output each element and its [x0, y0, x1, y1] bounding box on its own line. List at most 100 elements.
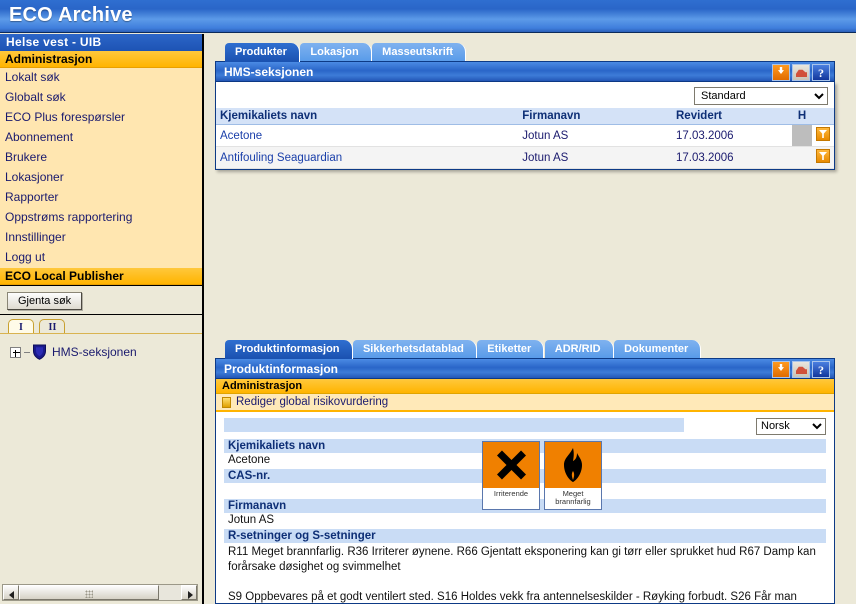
sidebar-menu: Administrasjon Lokalt søk Globalt søk EC… — [0, 51, 202, 286]
scroll-thumb[interactable] — [19, 585, 159, 600]
sidebar-item-rapporter[interactable]: Rapporter — [0, 188, 202, 208]
funnel-icon[interactable] — [816, 127, 830, 141]
product-link-antifouling[interactable]: Antifouling Seaguardian — [220, 152, 342, 164]
app-title: ECO Archive — [9, 4, 133, 26]
administration-link-row: Rediger global risikovurdering — [216, 394, 834, 412]
pictogram-caption: Meget brannfarlig — [545, 488, 601, 509]
tab-lokasjon[interactable]: Lokasjon — [300, 43, 372, 62]
pdf-icon[interactable] — [792, 361, 810, 378]
sidebar-item-brukere[interactable]: Brukere — [0, 148, 202, 168]
tree-node-label[interactable]: HMS-seksjonen — [52, 345, 137, 359]
products-table-head: Kjemikaliets navn Firmanavn Revidert H — [216, 108, 834, 125]
products-panel-header: HMS-seksjonen ? — [215, 61, 835, 82]
sidebar-item-logg-ut[interactable]: Logg ut — [0, 248, 202, 268]
sidebar-section-administrasjon: Administrasjon — [0, 51, 202, 68]
language-row: Norsk — [216, 412, 834, 438]
products-panel-title: HMS-seksjonen — [224, 65, 314, 79]
cell-filter[interactable] — [812, 146, 834, 169]
tab-sikkerhetsdatablad[interactable]: Sikkerhetsdatablad — [352, 340, 477, 359]
field-value-r-s-setninger: R11 Meget brannfarlig. R36 Irriterer øyn… — [228, 546, 816, 603]
col-revidert[interactable]: Revidert — [672, 108, 792, 125]
product-info-panel-title: Produktinformasjon — [224, 362, 339, 376]
product-info-panel-toolbar: ? — [772, 361, 830, 378]
expand-plus-icon[interactable] — [10, 346, 21, 358]
products-table-container: Standard Kjemikaliets navn Firmanavn Rev… — [215, 82, 835, 170]
cell-name[interactable]: Acetone — [216, 124, 519, 147]
field-value-firmanavn: Jotun AS — [228, 514, 275, 526]
cell-name[interactable]: Antifouling Seaguardian — [216, 146, 519, 169]
hazard-pictograms: Irriterende Meget brannfarlig — [482, 441, 602, 510]
table-row[interactable]: Antifouling Seaguardian Jotun AS 17.03.2… — [216, 146, 834, 169]
organization-label: Helse vest - UIB — [0, 34, 202, 51]
language-select[interactable]: Norsk — [756, 417, 826, 435]
help-icon[interactable]: ? — [812, 64, 830, 81]
flammable-symbol-icon — [545, 442, 601, 488]
tab-produkter[interactable]: Produkter — [225, 43, 300, 62]
sidebar-item-innstillinger[interactable]: Innstillinger — [0, 228, 202, 248]
sidebar-item-globalt-sok[interactable]: Globalt søk — [0, 88, 202, 108]
publisher-toolbar: Gjenta søk — [0, 287, 202, 315]
product-info-tabstrip: Produktinformasjon Sikkerhetsdatablad Et… — [225, 339, 702, 359]
cell-filter[interactable] — [812, 124, 834, 147]
edit-global-risk-assessment-link[interactable]: Rediger global risikovurdering — [236, 396, 388, 408]
tab-dokumenter[interactable]: Dokumenter — [614, 340, 702, 359]
products-tabstrip: Produkter Lokasjon Masseutskrift — [225, 42, 467, 62]
table-row[interactable]: Acetone Jotun AS 17.03.2006 — [216, 124, 834, 147]
funnel-icon[interactable] — [816, 149, 830, 163]
download-icon[interactable] — [772, 64, 790, 81]
products-header-row: Kjemikaliets navn Firmanavn Revidert H — [216, 108, 834, 125]
product-link-acetone[interactable]: Acetone — [220, 130, 262, 142]
cell-company: Jotun AS — [518, 146, 672, 169]
sidebar-item-abonnement[interactable]: Abonnement — [0, 128, 202, 148]
cell-revised: 17.03.2006 — [672, 146, 792, 169]
cell-h-flag — [792, 146, 812, 169]
cell-h-flag — [792, 124, 812, 147]
edit-pencil-icon — [222, 396, 231, 408]
view-select[interactable]: Standard — [694, 87, 828, 105]
tree-connector — [24, 351, 30, 353]
product-info-body: Administrasjon Rediger global risikovurd… — [215, 379, 835, 604]
tab-produktinformasjon[interactable]: Produktinformasjon — [225, 340, 353, 359]
tree-row[interactable]: HMS-seksjonen — [10, 344, 137, 360]
pdf-icon[interactable] — [792, 64, 810, 81]
irritant-symbol-icon — [483, 442, 539, 488]
product-fields: Irriterende Meget brannfarlig Kjemikalie… — [216, 439, 834, 603]
products-table-body: Acetone Jotun AS 17.03.2006 Antifouling … — [216, 124, 834, 169]
administration-section-header: Administrasjon — [216, 379, 834, 394]
scroll-left-icon[interactable] — [3, 585, 19, 600]
sidebar-item-oppstroms-rapportering[interactable]: Oppstrøms rapportering — [0, 208, 202, 228]
pictogram-irriterende: Irriterende — [482, 441, 540, 510]
col-actions — [812, 108, 834, 125]
scroll-right-icon[interactable] — [181, 585, 197, 600]
help-icon[interactable]: ? — [812, 361, 830, 378]
products-table: Kjemikaliets navn Firmanavn Revidert H A… — [216, 108, 834, 169]
col-firmanavn[interactable]: Firmanavn — [518, 108, 672, 125]
app-title-bar: ECO Archive — [0, 0, 856, 33]
cell-revised: 17.03.2006 — [672, 124, 792, 147]
products-panel: Produkter Lokasjon Masseutskrift HMS-sek… — [215, 42, 835, 170]
download-icon[interactable] — [772, 361, 790, 378]
tree-tabstrip: I II — [8, 317, 66, 335]
cell-company: Jotun AS — [518, 124, 672, 147]
sidebar-section-eco-local-publisher: ECO Local Publisher — [0, 268, 202, 285]
repeat-search-button[interactable]: Gjenta søk — [7, 292, 83, 310]
pictogram-meget-brannfarlig: Meget brannfarlig — [544, 441, 602, 510]
col-h[interactable]: H — [792, 108, 812, 125]
scroll-track[interactable] — [19, 585, 181, 600]
product-info-panel-header: Produktinformasjon ? — [215, 358, 835, 379]
shield-icon — [32, 344, 47, 360]
col-kjemikaliets-navn[interactable]: Kjemikaliets navn — [216, 108, 519, 125]
sidebar-item-lokasjoner[interactable]: Lokasjoner — [0, 168, 202, 188]
sidebar-item-lokalt-sok[interactable]: Lokalt søk — [0, 68, 202, 88]
tab-etiketter[interactable]: Etiketter — [477, 340, 545, 359]
sidebar-item-eco-plus-foresporsler[interactable]: ECO Plus forespørsler — [0, 108, 202, 128]
view-filter-row: Standard — [216, 82, 834, 108]
tree-panel: I II HMS-seksjonen — [0, 317, 202, 577]
scroll-grip-icon — [85, 590, 93, 598]
tab-masseutskrift[interactable]: Masseutskrift — [372, 43, 467, 62]
field-label-r-s-setninger: R-setninger og S-setninger — [224, 529, 826, 543]
sidebar-horizontal-scrollbar[interactable] — [2, 584, 198, 601]
sidebar: Helse vest - UIB Administrasjon Lokalt s… — [0, 34, 204, 604]
tab-adr-rid[interactable]: ADR/RID — [544, 340, 614, 359]
product-information-panel: Produktinformasjon Sikkerhetsdatablad Et… — [215, 339, 835, 604]
